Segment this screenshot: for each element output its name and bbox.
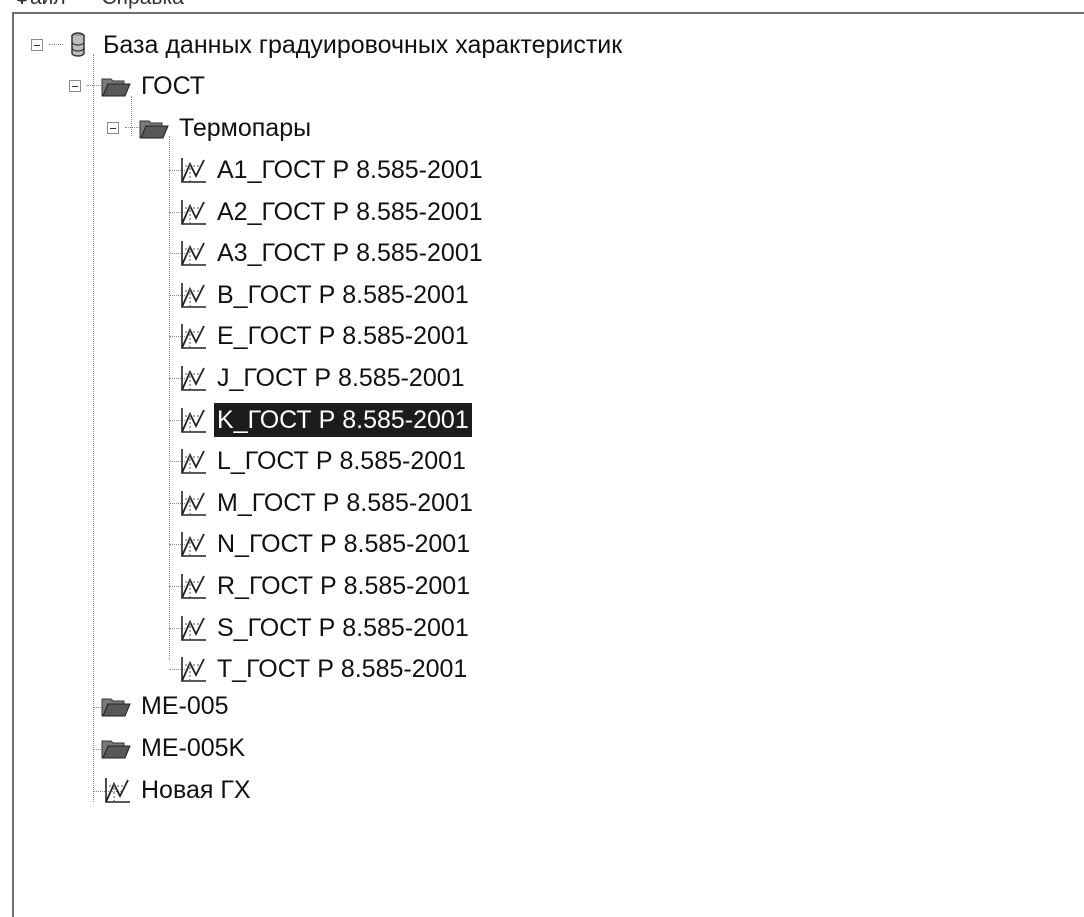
tree-item-thermocouple[interactable]: A1_ГОСТ Р 8.585-2001 [176, 150, 486, 190]
tree-node-label: База данных градуировочных характеристик [103, 31, 623, 59]
tree-node-label: Термопары [179, 114, 312, 142]
tree-item-thermocouple[interactable]: J_ГОСТ Р 8.585-2001 [176, 358, 468, 398]
tree-item-thermocouple[interactable]: E_ГОСТ Р 8.585-2001 [176, 316, 472, 356]
calibration-chart-icon [181, 449, 206, 474]
tree-item-thermocouple[interactable]: A3_ГОСТ Р 8.585-2001 [176, 233, 486, 273]
tree-item-thermocouple[interactable]: M_ГОСТ Р 8.585-2001 [176, 483, 476, 523]
tree-item-label: N_ГОСТ Р 8.585-2001 [217, 530, 471, 559]
tree-item-thermocouple[interactable]: R_ГОСТ Р 8.585-2001 [176, 566, 473, 606]
tree-node-new-gx[interactable]: Новая ГХ [100, 770, 254, 810]
tree-item-thermocouple[interactable]: A2_ГОСТ Р 8.585-2001 [176, 192, 486, 232]
database-icon [71, 32, 85, 57]
calibration-chart-icon [181, 490, 206, 516]
tree-item-label: R_ГОСТ Р 8.585-2001 [217, 572, 471, 600]
tree-line [93, 54, 94, 802]
tree-item-label: T_ГОСТ Р 8.585-2001 [217, 655, 468, 684]
collapse-gost-toggle[interactable] [69, 80, 81, 92]
tree-item-label: B_ГОСТ Р 8.585-2001 [217, 280, 469, 309]
collapse-thermocouples-toggle[interactable] [107, 122, 119, 134]
tree-line [169, 136, 170, 660]
folder-open-icon [139, 120, 169, 139]
calibration-chart-icon [181, 366, 206, 391]
tree-node-label: ME-005K [141, 734, 246, 762]
tree-node-me-005[interactable]: ME-005 [100, 686, 232, 726]
calibration-chart-icon [181, 324, 206, 350]
calibration-chart-icon [181, 657, 206, 682]
tree-item-thermocouple[interactable]: S_ГОСТ Р 8.585-2001 [176, 608, 472, 648]
tree-item-thermocouple[interactable]: T_ГОСТ Р 8.585-2001 [176, 649, 470, 689]
tree-node-label: ME-005 [141, 692, 229, 720]
tree-item-thermocouple[interactable]: B_ГОСТ Р 8.585-2001 [176, 275, 472, 315]
tree-node-root[interactable]: База данных градуировочных характеристик [62, 25, 625, 65]
tree-item-label: E_ГОСТ Р 8.585-2001 [217, 322, 469, 351]
tree-item-label: S_ГОСТ Р 8.585-2001 [217, 613, 469, 642]
tree-item-label: A3_ГОСТ Р 8.585-2001 [217, 239, 483, 268]
tree-item-label: J_ГОСТ Р 8.585-2001 [217, 364, 465, 392]
calibration-chart-icon [181, 574, 206, 599]
calibration-chart-icon [181, 282, 206, 308]
tree-line [49, 44, 63, 45]
calibration-chart-icon [181, 407, 206, 433]
tree-item-label: K_ГОСТ Р 8.585-2001 [214, 402, 472, 437]
tree-line [125, 127, 139, 128]
tree-item-thermocouple[interactable]: N_ГОСТ Р 8.585-2001 [176, 524, 473, 564]
calibration-chart-icon [181, 241, 206, 266]
calibration-chart-icon [105, 778, 130, 803]
collapse-root-toggle[interactable] [31, 39, 43, 51]
tree-line [87, 85, 101, 86]
calibration-chart-icon [181, 158, 206, 183]
calibration-chart-icon [181, 199, 206, 225]
folder-icon [101, 698, 131, 717]
tree-item-label: M_ГОСТ Р 8.585-2001 [217, 488, 473, 517]
tree-node-me-005k[interactable]: ME-005K [100, 728, 248, 768]
calibration-chart-icon [181, 532, 206, 558]
tree-item-thermocouple[interactable]: K_ГОСТ Р 8.585-2001 [176, 400, 472, 440]
calibration-tree-panel[interactable]: База данных градуировочных характеристик… [12, 12, 1084, 917]
tree-node-thermocouples[interactable]: Термопары [138, 108, 314, 148]
folder-open-icon [101, 78, 131, 97]
tree-node-gost[interactable]: ГОСТ [100, 66, 208, 106]
tree-item-label: L_ГОСТ Р 8.585-2001 [217, 447, 466, 476]
tree-node-label: ГОСТ [141, 72, 206, 100]
calibration-chart-icon [181, 615, 206, 641]
menu-file[interactable]: Файл [14, 0, 66, 10]
tree-item-thermocouple[interactable]: L_ГОСТ Р 8.585-2001 [176, 441, 469, 481]
folder-icon [101, 740, 131, 759]
tree-item-label: A2_ГОСТ Р 8.585-2001 [217, 197, 483, 226]
menu-help[interactable]: Справка [101, 0, 183, 10]
tree-item-label: A1_ГОСТ Р 8.585-2001 [217, 156, 483, 184]
tree-node-label: Новая ГХ [141, 776, 251, 804]
